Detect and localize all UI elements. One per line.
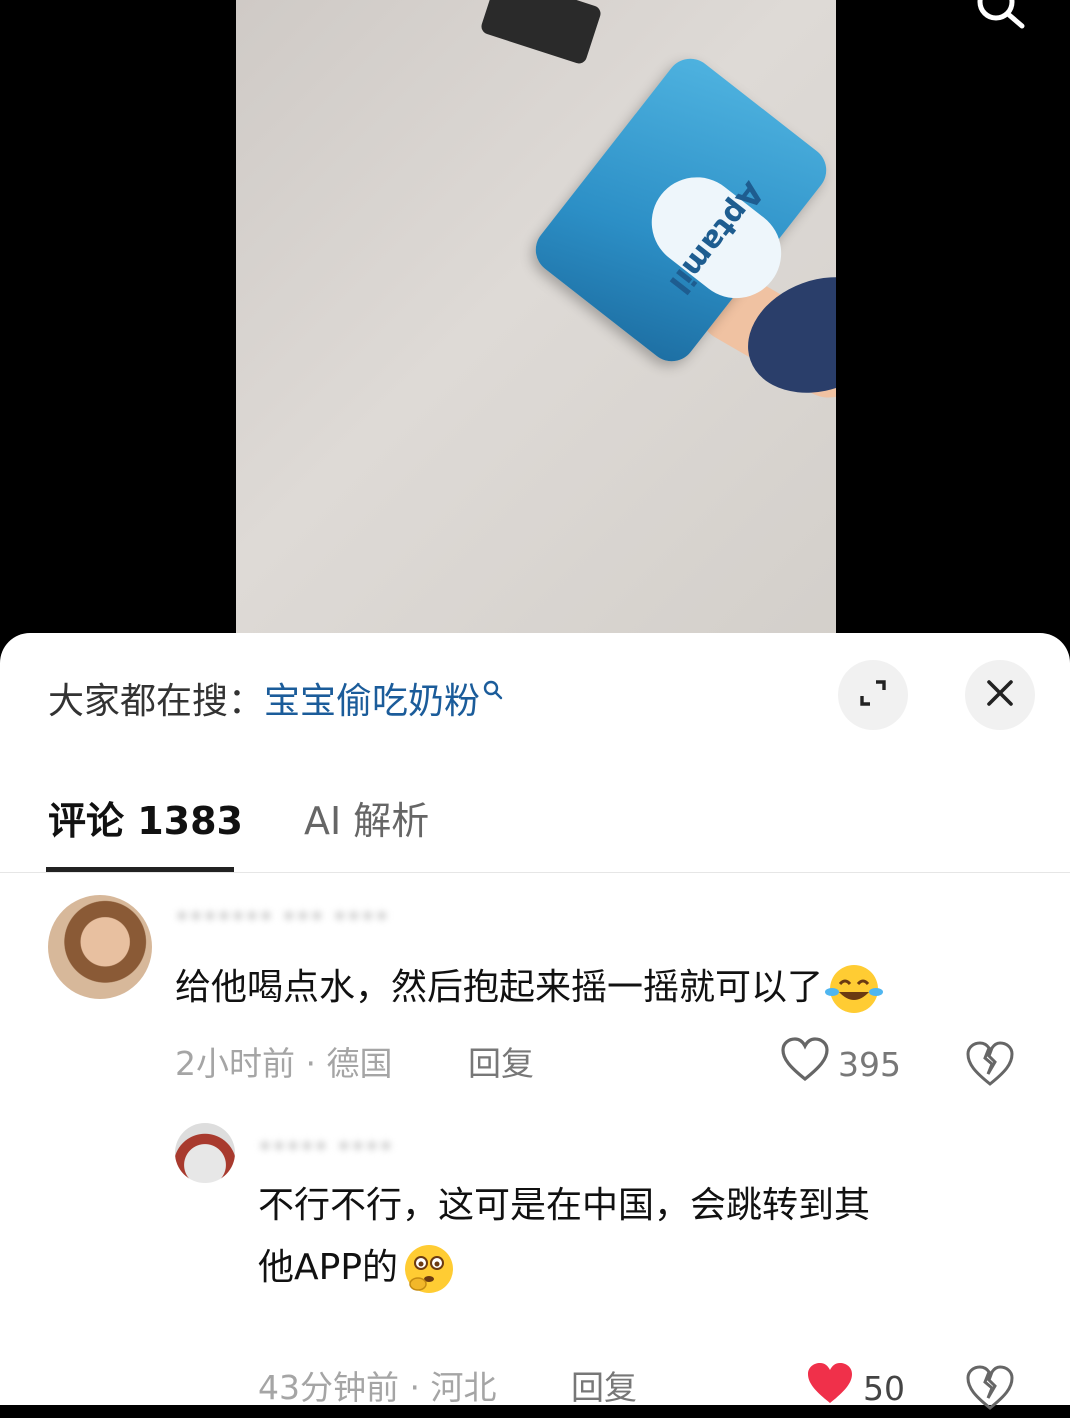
heart-filled-icon xyxy=(805,1361,855,1415)
tab-bar: 评论 1383 AI 解析 xyxy=(0,781,1070,873)
video-frame[interactable]: Aptamil xyxy=(236,0,836,660)
dislike-broken-heart-icon[interactable] xyxy=(964,1362,1016,1414)
thinking-worried-emoji-icon xyxy=(398,1242,460,1296)
active-tab-indicator xyxy=(46,867,234,872)
username[interactable]: ***** **** xyxy=(258,1131,498,1171)
comment-text-line-2-wrap: 他APP的 xyxy=(258,1237,1018,1299)
comment-meta: 43分钟前 · 河北 xyxy=(258,1368,497,1407)
search-icon[interactable] xyxy=(968,0,1025,34)
comment-text-line-2: 他APP的 xyxy=(258,1247,399,1288)
comment-text: 给他喝点水，然后抱起来摇一摇就可以了 xyxy=(175,957,1035,1019)
like-count: 395 xyxy=(838,1044,901,1084)
comment-text-line-1: 不行不行，这可是在中国，会跳转到其 xyxy=(258,1185,871,1226)
heart-outline-icon xyxy=(780,1037,830,1091)
comment-meta: 2小时前 · 德国 xyxy=(175,1044,393,1083)
video-player[interactable]: Aptamil xyxy=(0,0,1070,660)
trending-search-term[interactable]: 宝宝偷吃奶粉 xyxy=(264,672,480,724)
like-button[interactable]: 395 xyxy=(780,1037,901,1091)
expand-icon xyxy=(856,676,890,714)
trending-search-prefix: 大家都在搜： xyxy=(48,681,265,722)
dislike-broken-heart-icon[interactable] xyxy=(964,1038,1016,1090)
reply-button[interactable]: 回复 xyxy=(571,1363,637,1413)
search-mini-icon xyxy=(482,669,504,710)
remote-control-image xyxy=(479,0,603,66)
reply-button[interactable]: 回复 xyxy=(468,1039,534,1089)
tab-ai-analysis[interactable]: AI 解析 xyxy=(304,791,429,851)
expand-button[interactable] xyxy=(838,660,908,730)
close-button[interactable] xyxy=(965,660,1035,730)
comment-text-body: 给他喝点水，然后抱起来摇一摇就可以了 xyxy=(175,967,824,1008)
comment-text: 不行不行，这可是在中国，会跳转到其 他APP的 xyxy=(258,1175,1018,1299)
avatar[interactable] xyxy=(48,895,152,999)
username[interactable]: ******* *** **** xyxy=(175,901,675,941)
tab-comments[interactable]: 评论 1383 xyxy=(48,791,243,851)
laughing-crying-emoji-icon xyxy=(823,962,885,1016)
like-count: 50 xyxy=(863,1368,905,1408)
comment-sheet: 大家都在搜： 宝宝偷吃奶粉 评论 1383 AI 解析 ******* *** … xyxy=(0,633,1070,1410)
like-button[interactable]: 50 xyxy=(805,1363,905,1413)
close-icon xyxy=(985,678,1015,712)
trending-search[interactable]: 大家都在搜： 宝宝偷吃奶粉 xyxy=(48,673,504,723)
avatar[interactable] xyxy=(175,1123,235,1183)
